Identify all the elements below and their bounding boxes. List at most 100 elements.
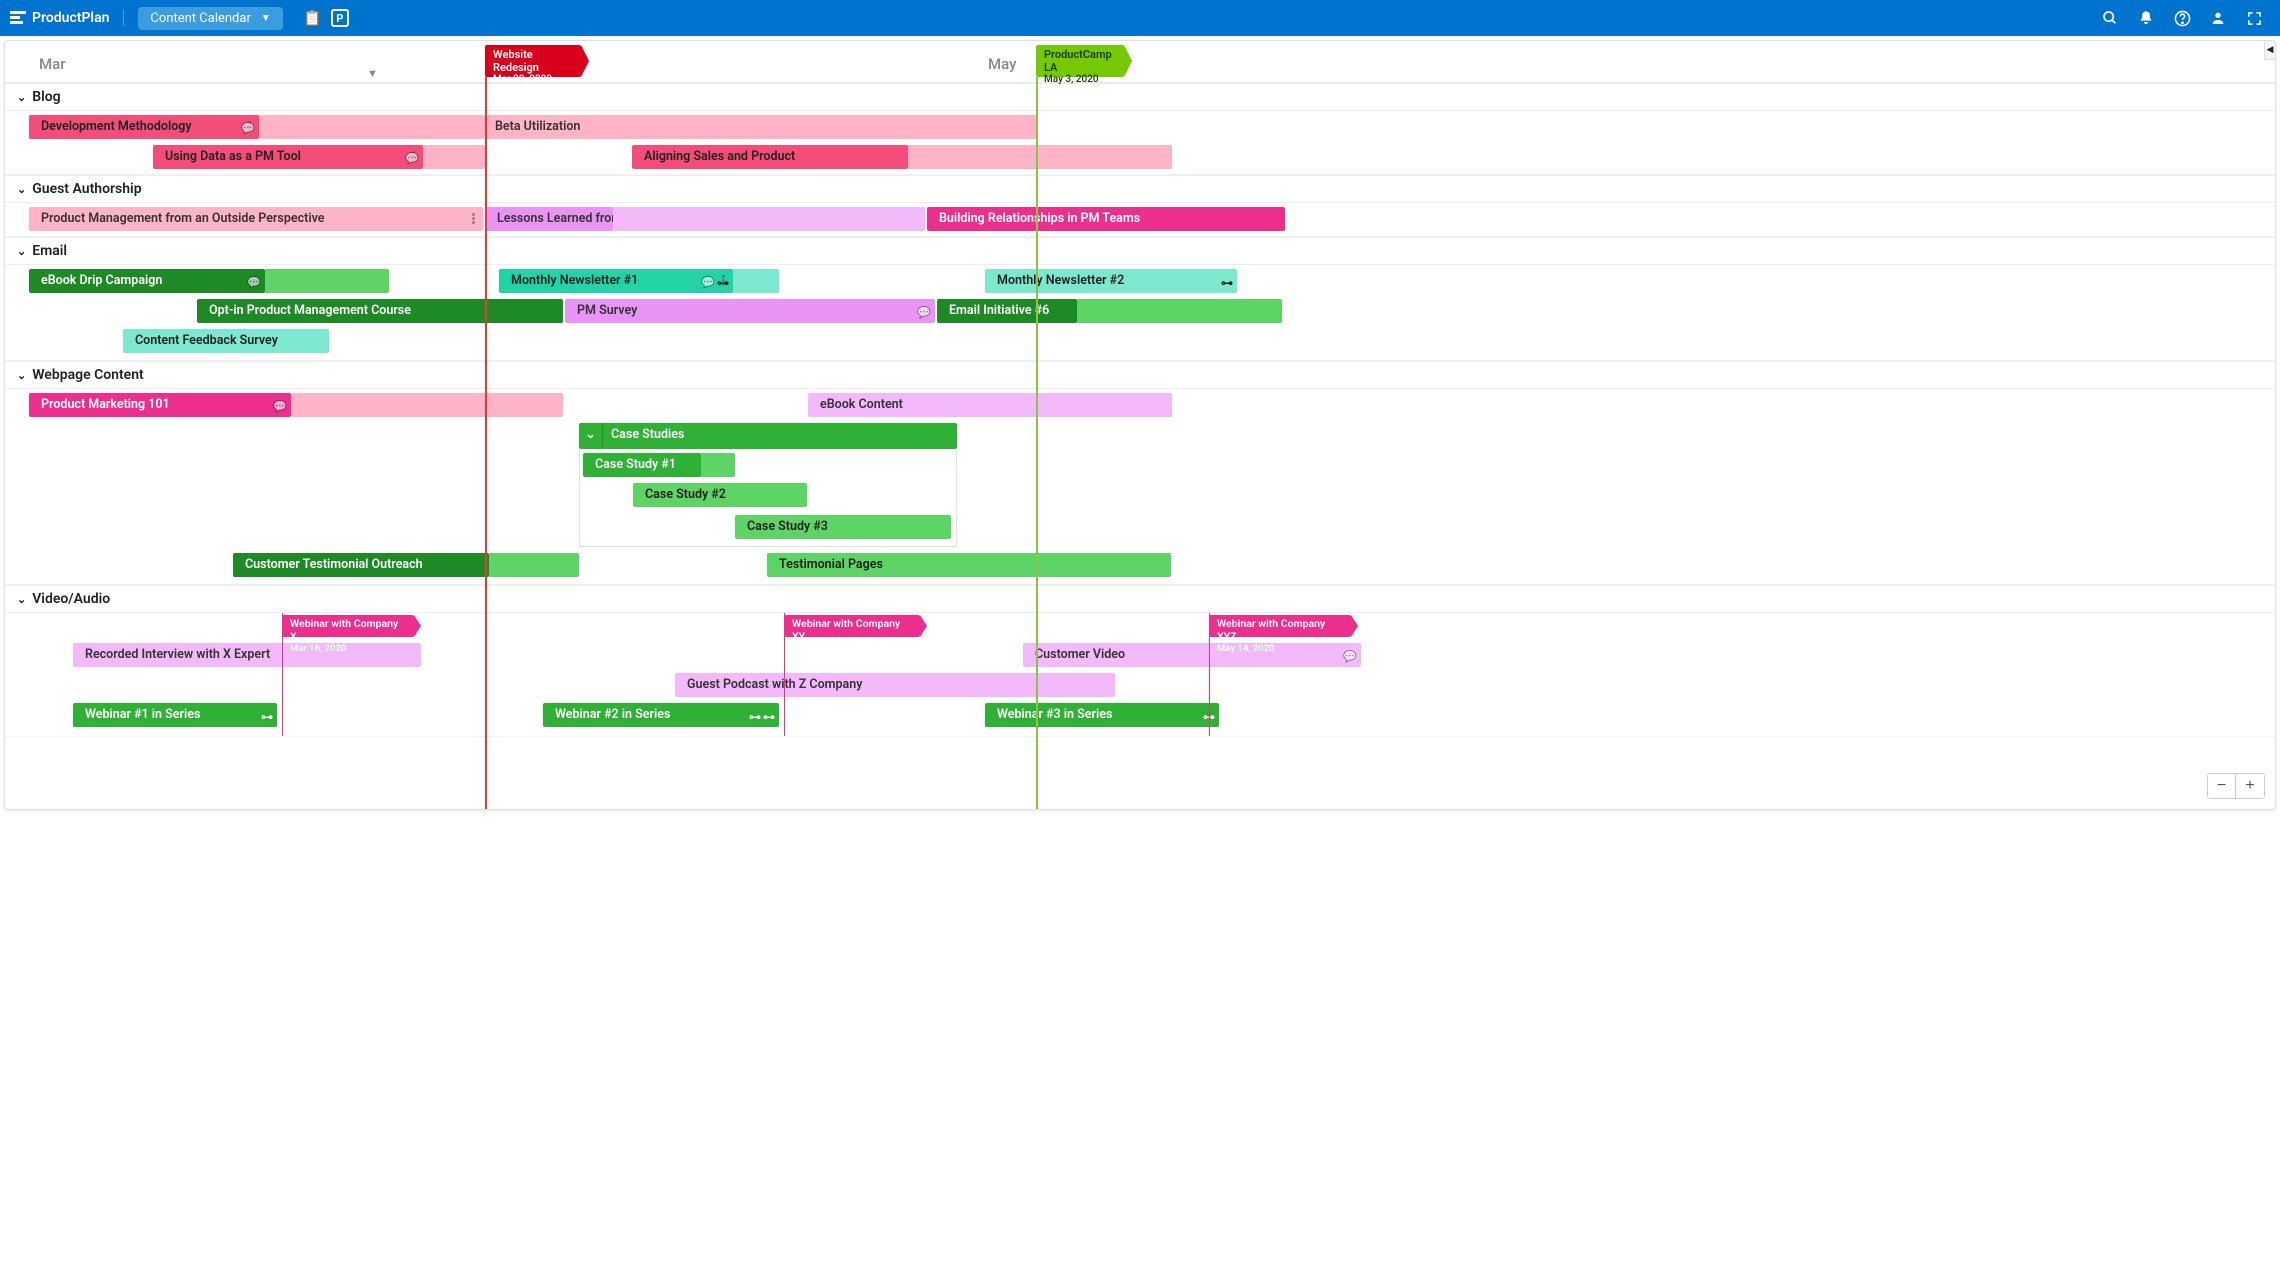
sidebar-toggle[interactable]: ◀: [2264, 40, 2276, 60]
comment-icon: 💬: [917, 301, 931, 325]
month-label: May: [988, 55, 1016, 73]
expand-icon[interactable]: ⌄: [579, 423, 603, 447]
comment-icon: 💬: [247, 271, 261, 295]
plan-name: Content Calendar: [150, 11, 250, 26]
bar-monthly-newsletter-2[interactable]: Monthly Newsletter #2: [985, 269, 1237, 293]
bar-overlay: [489, 553, 579, 577]
zoom-in-button[interactable]: +: [2236, 774, 2264, 798]
bar-ebook-drip-campaign[interactable]: eBook Drip Campaign 💬: [29, 269, 265, 293]
link-icon: [749, 705, 761, 731]
bell-icon[interactable]: [2130, 2, 2162, 34]
bar-building-relationships-in-pm-teams[interactable]: Building Relationships in PM Teams: [927, 207, 1285, 231]
bar-label: Product Management from an Outside Persp…: [41, 211, 325, 226]
inner-milestone[interactable]: Webinar with Company XMar 16, 2020: [282, 615, 414, 637]
plan-selector[interactable]: Content Calendar ▼: [138, 7, 282, 30]
bar-beta-utilization[interactable]: Beta Utilization: [483, 115, 1037, 139]
lane-header-video-audio[interactable]: ⌄Video/Audio: [5, 585, 2275, 613]
bar-label: Aligning Sales and Product: [644, 149, 795, 164]
app-header: ProductPlan Content Calendar ▼ 📋 P: [0, 0, 2280, 36]
lane-header-guest-authorship[interactable]: ⌄Guest Authorship: [5, 175, 2275, 203]
fullscreen-icon[interactable]: [2238, 2, 2270, 34]
zoom-controls: − +: [2207, 773, 2265, 799]
bar-label: Email Initiative #6: [949, 303, 1049, 318]
bar-customer-testimonial-outreach[interactable]: Customer Testimonial Outreach: [233, 553, 489, 577]
bar-webinar-2-in-series[interactable]: Webinar #2 in Series: [543, 703, 779, 727]
bar-lessons-learned-from-company-x[interactable]: Lessons Learned from Company X: [485, 207, 613, 231]
bar-development-methodology[interactable]: Development Methodology💬: [29, 115, 259, 139]
bar-overlay: [259, 115, 483, 139]
bar-overlay: [733, 269, 779, 293]
bar-label: Beta Utilization: [495, 119, 580, 134]
milestone-website-redesign[interactable]: Website RedesignMar 29, 2020: [485, 45, 581, 77]
comment-icon: 💬: [701, 271, 715, 297]
zoom-out-button[interactable]: −: [2208, 774, 2236, 798]
bar-product-marketing-101[interactable]: Product Marketing 101 💬: [29, 393, 291, 417]
bar-case-study-1[interactable]: Case Study #1: [583, 453, 701, 477]
parking-lot-icon[interactable]: P: [331, 9, 349, 27]
milestone-productcamp-la[interactable]: ProductCamp LAMay 3, 2020: [1036, 45, 1124, 77]
bar-label: Product Marketing 101: [41, 397, 170, 412]
bar-label: Monthly Newsletter #1: [511, 273, 638, 288]
lane-body: Webinar with Company XMar 16, 2020 Webina…: [5, 613, 2275, 737]
bar-content-feedback-survey[interactable]: Content Feedback Survey: [123, 329, 329, 353]
bar-overlay: [291, 393, 563, 417]
inner-milestone[interactable]: Webinar with Company XYApr 17, 2020: [784, 615, 920, 637]
bar-email-initiative-6[interactable]: Email Initiative #6: [937, 299, 1077, 323]
bar-testimonial-pages[interactable]: Testimonial Pages: [767, 553, 1171, 577]
bar-label: Customer Video: [1035, 647, 1125, 662]
bar-webinar-3-in-series[interactable]: Webinar #3 in Series: [985, 703, 1219, 727]
lane-header-blog[interactable]: ⌄Blog: [5, 83, 2275, 111]
bar-overlay: [265, 269, 389, 293]
bar-case-study-2[interactable]: Case Study #2: [633, 483, 807, 507]
comment-icon: 💬: [273, 395, 287, 419]
brand-name: ProductPlan: [32, 10, 109, 26]
lane-body: Development Methodology💬 Beta Utilization…: [5, 111, 2275, 175]
bar-using-data-as-a-pm-tool[interactable]: Using Data as a PM Tool💬: [153, 145, 423, 169]
month-dropdown-icon[interactable]: ▼: [367, 67, 378, 80]
help-icon[interactable]: [2166, 2, 2198, 34]
link-icon: [1221, 271, 1233, 297]
link-icon: [1203, 705, 1215, 731]
lane-body: eBook Drip Campaign💬Monthly Newsletter #…: [5, 265, 2275, 361]
bar-label: Guest Podcast with Z Company: [687, 677, 862, 692]
lane-header-email[interactable]: ⌄Email: [5, 237, 2275, 265]
bar-label: Testimonial Pages: [779, 557, 883, 572]
chevron-down-icon: ⌄: [17, 369, 26, 382]
bar-opt-in-product-management-course[interactable]: Opt-in Product Management Course: [197, 299, 563, 323]
bar-pm-survey[interactable]: PM Survey💬: [565, 299, 935, 323]
chevron-down-icon: ⌄: [17, 245, 26, 258]
bar-case-study-3[interactable]: Case Study #3: [735, 515, 951, 539]
bar-label: eBook Drip Campaign: [41, 273, 162, 288]
bar-overlay: [908, 145, 1172, 169]
bar-monthly-newsletter-1[interactable]: Monthly Newsletter #1💬: [499, 269, 733, 293]
brand-logo[interactable]: ProductPlan: [10, 10, 124, 26]
chevron-down-icon: ⌄: [17, 183, 26, 196]
lane-body: Product Marketing 101 💬 eBook Content ⌄ Case…: [5, 389, 2275, 585]
bar-label: Content Feedback Survey: [135, 333, 278, 348]
lane-header-webpage-content[interactable]: ⌄Webpage Content: [5, 361, 2275, 389]
bar-case-studies[interactable]: ⌄ Case Studies: [579, 423, 957, 449]
caret-down-icon: ▼: [261, 13, 271, 24]
header-tool-icons: 📋 P: [299, 4, 349, 32]
bar-guest-podcast-with-z-company[interactable]: Guest Podcast with Z Company: [675, 673, 1115, 697]
lanes-container: ⌄Blog Development Methodology💬 Beta Utiliz…: [5, 83, 2275, 737]
user-icon[interactable]: [2202, 2, 2234, 34]
timeline-header: Q2 ▼ MarMay: [5, 41, 2275, 83]
link-icon: [763, 705, 775, 731]
bar-label: Case Study #3: [747, 519, 828, 534]
bar-overlay: [423, 145, 485, 169]
bar-aligning-sales-and-product[interactable]: Aligning Sales and Product: [632, 145, 908, 169]
bar-label: Case Studies: [611, 427, 684, 442]
logo-icon: [10, 11, 26, 25]
bar-ebook-content[interactable]: eBook Content: [808, 393, 1172, 417]
bar-label: Using Data as a PM Tool: [165, 149, 301, 164]
clipboard-icon[interactable]: 📋: [299, 4, 327, 32]
drag-icon: [472, 213, 475, 224]
header-right: [2094, 2, 2270, 34]
search-icon[interactable]: [2094, 2, 2126, 34]
bar-product-management-from-an-outside-perspective[interactable]: Product Management from an Outside Persp…: [29, 207, 483, 231]
bar-webinar-1-in-series[interactable]: Webinar #1 in Series: [73, 703, 277, 727]
inner-milestone[interactable]: Webinar with Company XYZMay 14, 2020: [1209, 615, 1351, 637]
bar-label: eBook Content: [820, 397, 903, 412]
bar-label: Case Study #1: [595, 457, 676, 472]
